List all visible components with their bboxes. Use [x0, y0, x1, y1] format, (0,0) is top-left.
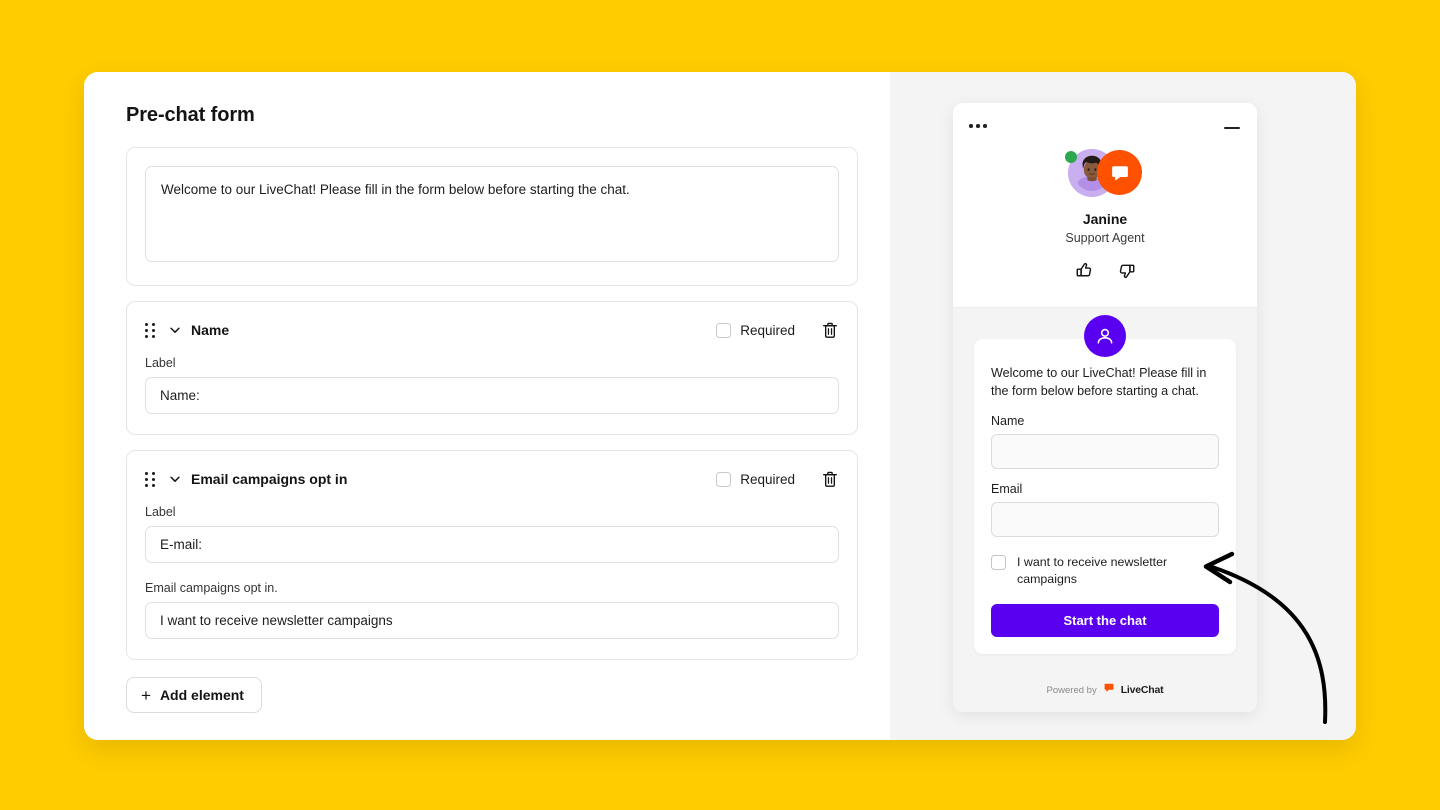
- plus-icon: +: [141, 685, 151, 705]
- page-title: Pre-chat form: [126, 104, 255, 126]
- livechat-wordmark: LiveChat: [1120, 684, 1164, 696]
- option-caption: Email campaigns opt in.: [145, 581, 278, 595]
- field-option-input-optin[interactable]: [145, 602, 839, 639]
- add-element-button[interactable]: + Add element: [126, 677, 262, 713]
- thumbs-up-icon[interactable]: [1075, 261, 1094, 280]
- field-header: Email campaigns opt in Required: [145, 467, 839, 491]
- widget-welcome-text: Welcome to our LiveChat! Please fill in …: [991, 366, 1207, 398]
- powered-by-text: Powered by: [1046, 684, 1097, 696]
- widget-optin-row[interactable]: I want to receive newsletter campaigns: [991, 554, 1219, 587]
- prechat-form-builder-panel: Pre-chat form Name Required: [84, 72, 890, 740]
- widget-body: Welcome to our LiveChat! Please fill in …: [953, 308, 1257, 712]
- welcome-message-block: [126, 147, 858, 286]
- widget-name-input[interactable]: [991, 434, 1219, 470]
- required-checkbox[interactable]: [716, 322, 732, 338]
- widget-email-label: Email: [991, 482, 1023, 497]
- add-element-label: Add element: [159, 687, 244, 703]
- label-caption: Label: [145, 356, 176, 370]
- widget-optin-checkbox[interactable]: [991, 555, 1006, 571]
- app-card: Pre-chat form Name Required: [84, 72, 1356, 740]
- chevron-down-icon[interactable]: [168, 472, 182, 486]
- drag-handle-icon[interactable]: [145, 471, 157, 487]
- field-title: Email campaigns opt in: [191, 471, 348, 487]
- form-field-block-name: Name Required Label: [126, 301, 858, 435]
- widget-optin-label: I want to receive newsletter campaigns: [1017, 555, 1168, 586]
- trash-icon[interactable]: [821, 321, 839, 340]
- required-checkbox[interactable]: [716, 471, 732, 487]
- widget-preview-panel: Janine Support Agent Welcome to our Live…: [890, 72, 1356, 740]
- required-toggle-name[interactable]: Required: [716, 322, 795, 338]
- start-chat-button[interactable]: Start the chat: [991, 604, 1219, 637]
- field-label-input-name[interactable]: [145, 377, 839, 414]
- rating-row: [953, 261, 1257, 280]
- prechat-form-card: Welcome to our LiveChat! Please fill in …: [974, 315, 1236, 654]
- minimize-icon[interactable]: [1224, 127, 1240, 129]
- online-status-dot: [1065, 151, 1077, 163]
- widget-header: Janine Support Agent: [953, 103, 1257, 308]
- livechat-logo-icon: [1097, 150, 1142, 195]
- form-field-block-email-optin: Email campaigns opt in Required Label E-…: [126, 450, 858, 660]
- agent-avatar-wrap: [953, 149, 1257, 197]
- user-icon: [1084, 315, 1126, 357]
- widget-footer: Powered by LiveChat: [953, 681, 1257, 699]
- required-toggle-email-optin[interactable]: Required: [716, 471, 795, 487]
- welcome-message-textarea[interactable]: [145, 166, 839, 262]
- widget-email-input[interactable]: [991, 502, 1219, 538]
- drag-handle-icon[interactable]: [145, 322, 157, 338]
- required-label: Required: [740, 471, 795, 487]
- field-title: Name: [191, 322, 230, 338]
- field-header: Name Required: [145, 318, 839, 342]
- agent-role: Support Agent: [1065, 231, 1145, 245]
- field-label-input-email[interactable]: [145, 526, 839, 563]
- thumbs-down-icon[interactable]: [1117, 261, 1136, 280]
- chat-widget: Janine Support Agent Welcome to our Live…: [953, 103, 1257, 712]
- chevron-down-icon[interactable]: [168, 323, 182, 337]
- widget-name-label: Name: [991, 414, 1025, 429]
- required-label: Required: [740, 322, 795, 338]
- trash-icon[interactable]: [821, 470, 839, 489]
- agent-name: Janine: [1082, 211, 1128, 227]
- agent-avatar-stack: [1062, 149, 1148, 197]
- livechat-logo-icon: [1103, 681, 1115, 699]
- more-options-icon[interactable]: [969, 124, 987, 128]
- label-caption: Label: [145, 505, 176, 519]
